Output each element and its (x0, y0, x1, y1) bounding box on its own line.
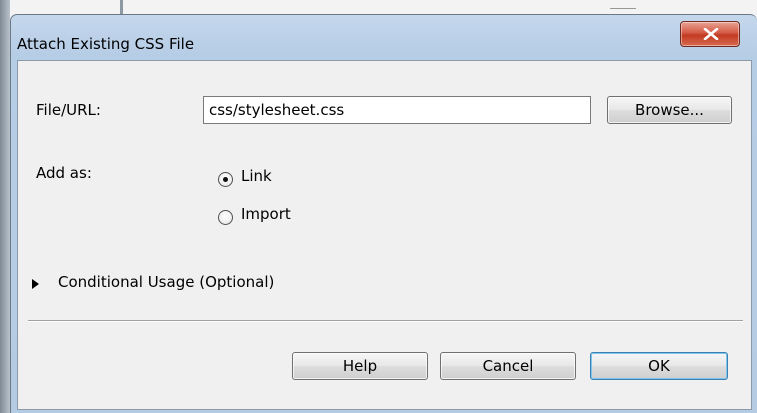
expand-arrow-icon[interactable] (32, 279, 39, 289)
background-mark (610, 0, 636, 9)
file-url-input[interactable] (203, 96, 591, 124)
radio-link-label[interactable]: Link (241, 167, 272, 185)
background-window-edge (0, 0, 10, 413)
conditional-usage-label[interactable]: Conditional Usage (Optional) (58, 273, 274, 291)
title-bar[interactable]: Attach Existing CSS File (11, 15, 757, 59)
dialog-title: Attach Existing CSS File (17, 35, 195, 53)
radio-import-label[interactable]: Import (241, 205, 291, 223)
separator (28, 320, 743, 322)
close-icon (703, 28, 719, 40)
background-divider (120, 0, 123, 14)
ok-button[interactable]: OK (590, 352, 728, 380)
cancel-button[interactable]: Cancel (440, 352, 576, 380)
browse-button[interactable]: Browse... (607, 96, 732, 124)
help-button[interactable]: Help (292, 352, 428, 380)
file-url-label: File/URL: (36, 101, 101, 119)
attach-css-dialog: Attach Existing CSS File File/URL: Brows… (10, 14, 757, 413)
radio-selected-dot (223, 177, 228, 182)
radio-link[interactable] (218, 172, 233, 187)
dialog-body: File/URL: Browse... Add as: Link Import … (17, 60, 752, 410)
radio-import[interactable] (218, 210, 233, 225)
close-button[interactable] (680, 21, 740, 47)
add-as-label: Add as: (36, 164, 92, 182)
